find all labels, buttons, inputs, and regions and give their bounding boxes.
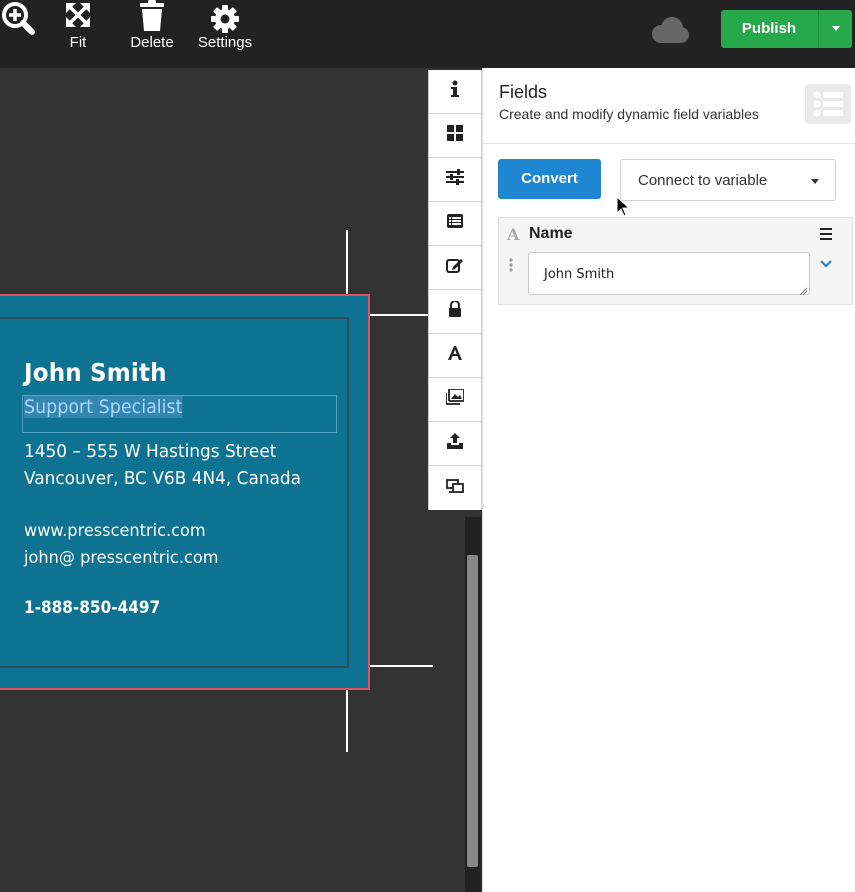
font-icon [447,345,463,366]
lock-tab[interactable] [429,290,481,334]
panel-divider [483,143,855,144]
images-icon [445,388,465,410]
card-email[interactable]: john@ presscentric.com [24,548,218,568]
sliders-icon [446,169,464,190]
edit-icon [446,257,464,278]
crop-mark [368,665,433,667]
panel-tab-strip [428,70,482,510]
fields-tab[interactable] [429,202,481,246]
settings-label: Settings [197,34,253,51]
publish-label: Publish [741,20,797,37]
panel-title: Fields [499,82,548,102]
fit-button[interactable]: Fit [58,0,98,68]
settings-button[interactable]: Settings [194,0,256,68]
layout-tab[interactable] [429,114,481,158]
card-address-line2[interactable]: Vancouver, BC V6B 4N4, Canada [24,468,301,489]
drag-handle-icon[interactable] [508,258,514,274]
crop-mark [368,314,430,316]
edit-tab[interactable] [429,246,481,290]
field-value-input[interactable]: John Smith [528,252,810,296]
fields-panel: Fields Create and modify dynamic field v… [482,68,855,892]
text-type-icon: A [507,225,520,244]
upload-tab[interactable] [429,422,481,466]
delete-button[interactable]: Delete [124,0,180,68]
lock-icon [448,300,462,322]
field-item: A Name John Smith [498,217,853,305]
preview-tab[interactable] [429,466,481,510]
trash-icon [124,0,180,34]
card-name-text[interactable]: John Smith [24,358,167,387]
adjust-tab[interactable] [429,158,481,202]
crop-mark [346,688,348,752]
scroll-thumb[interactable] [467,555,478,867]
mouse-cursor-icon [616,195,631,218]
hamburger-menu-icon[interactable] [819,227,833,240]
field-value-text: John Smith [544,267,615,282]
info-icon [449,80,461,103]
list-bullets-icon [805,91,851,128]
upload-icon [447,433,463,454]
panel-subtitle: Create and modify dynamic field variable… [499,106,759,122]
card-title-text[interactable]: Support Specialist [24,396,183,418]
card-website[interactable]: www.presscentric.com [24,521,206,541]
connect-variable-dropdown[interactable]: Connect to variable [620,159,836,201]
fit-label: Fit [69,34,87,51]
delete-label: Delete [130,34,174,51]
publish-button[interactable]: Publish [721,10,852,48]
info-tab[interactable] [429,70,481,114]
list-icon [447,214,463,233]
field-name-label: Name [529,225,573,242]
font-tab[interactable] [429,334,481,378]
images-tab[interactable] [429,378,481,422]
publish-dropdown-caret[interactable] [818,10,852,48]
convert-button[interactable]: Convert [498,159,601,199]
canvas-scrollbar[interactable] [465,517,481,892]
chevron-down-icon[interactable] [819,256,833,268]
gear-icon [194,0,256,34]
card-phone[interactable]: 1-888-850-4497 [24,598,160,618]
card-address-line1[interactable]: 1450 – 555 W Hastings Street [24,441,276,462]
zoom-in-icon [0,0,36,35]
grid-icon [447,125,463,146]
cloud-icon [648,16,690,46]
zoom-button[interactable] [0,0,36,68]
design-canvas[interactable]: John Smith Support Specialist 1450 – 555… [0,68,481,892]
field-list-button[interactable] [805,84,851,124]
top-toolbar: Fit Delete Settings Publish [0,0,855,68]
preview-icon [446,478,464,499]
resize-handle-icon[interactable] [799,284,808,296]
expand-arrows-icon [58,0,98,34]
